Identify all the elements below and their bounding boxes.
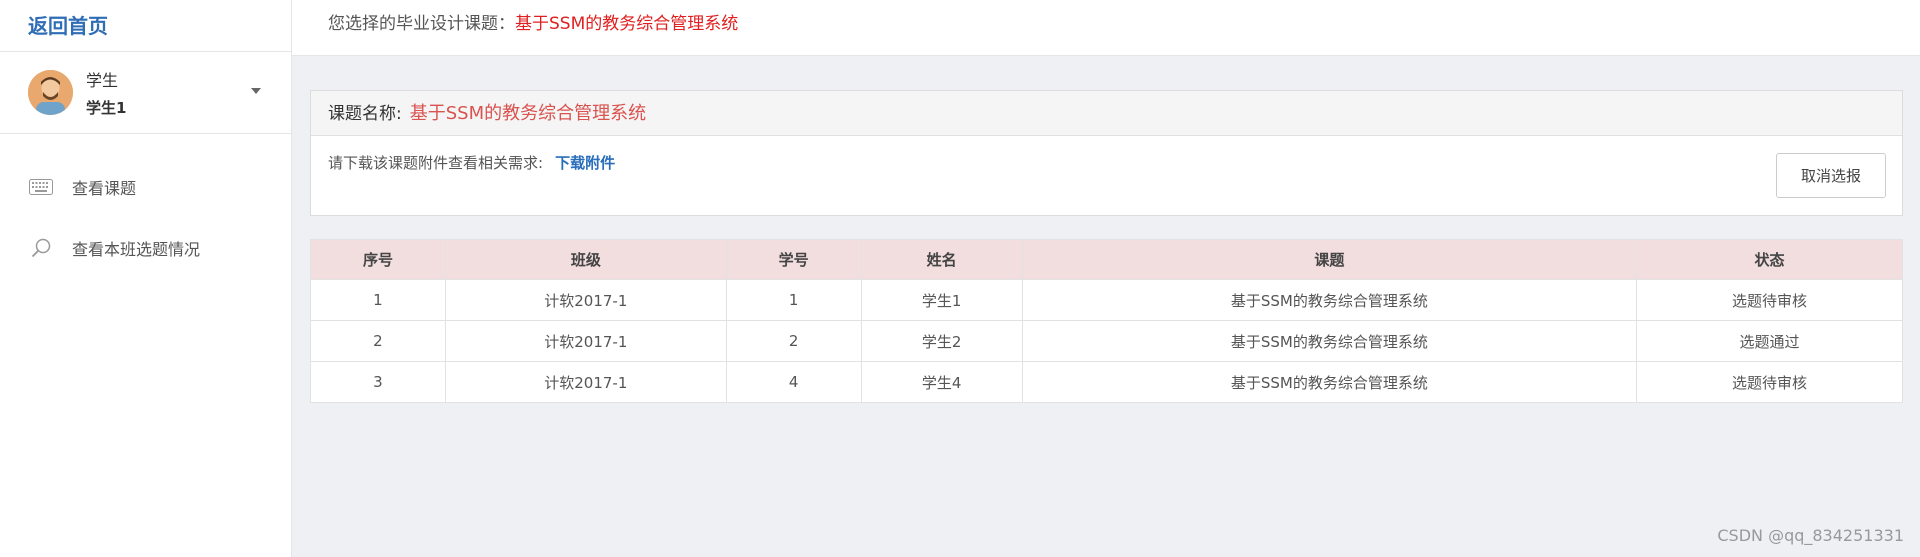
- user-name: 学生1: [86, 99, 127, 117]
- cell-student-id: 2: [725, 320, 862, 362]
- topic-name-label: 课题名称:: [328, 104, 402, 124]
- cell-class: 计软2017-1: [444, 361, 727, 403]
- table-row: 3 计软2017-1 4 学生4 基于SSM的教务综合管理系统 选题待审核: [310, 361, 1903, 403]
- cell-topic: 基于SSM的教务综合管理系统: [1021, 361, 1638, 403]
- sidebar-nav: 查看课题 查看本班选题情况: [0, 156, 291, 278]
- panel-header: 课题名称: 基于SSM的教务综合管理系统: [311, 91, 1902, 136]
- cell-name: 学生2: [860, 320, 1023, 362]
- selected-topic-title: 基于SSM的教务综合管理系统: [515, 14, 739, 34]
- cell-status: 选题通过: [1636, 320, 1903, 362]
- cell-status: 选题待审核: [1636, 361, 1903, 403]
- table-header-row: 序号 班级 学号 姓名 课题 状态: [310, 239, 1903, 280]
- topbar: 您选择的毕业设计课题：基于SSM的教务综合管理系统: [292, 0, 1920, 56]
- cell-student-id: 1: [725, 279, 862, 321]
- col-header-student-id: 学号: [725, 239, 862, 280]
- topic-name-value: 基于SSM的教务综合管理系统: [409, 103, 647, 124]
- cell-index: 2: [310, 320, 446, 362]
- user-menu[interactable]: 学生 学生1: [0, 52, 291, 134]
- cell-student-id: 4: [725, 361, 862, 403]
- chevron-down-icon[interactable]: [251, 88, 261, 94]
- cell-class: 计软2017-1: [444, 279, 727, 321]
- cell-index: 3: [310, 361, 446, 403]
- table-row: 2 计软2017-1 2 学生2 基于SSM的教务综合管理系统 选题通过: [310, 320, 1903, 362]
- selected-topic-prefix: 您选择的毕业设计课题：: [328, 14, 515, 34]
- col-header-topic: 课题: [1021, 239, 1638, 280]
- watermark: CSDN @qq_834251331: [1717, 526, 1904, 545]
- download-attachment-link[interactable]: 下载附件: [555, 154, 615, 172]
- cell-topic: 基于SSM的教务综合管理系统: [1021, 320, 1638, 362]
- cell-status: 选题待审核: [1636, 279, 1903, 321]
- topic-panel: 课题名称: 基于SSM的教务综合管理系统 请下载该课题附件查看相关需求: 下载附件 …: [310, 90, 1903, 216]
- keyboard-icon: [28, 177, 54, 197]
- class-selection-table: 序号 班级 学号 姓名 课题 状态 1 计软2017-1 1 学生1 基于SSM…: [310, 239, 1903, 403]
- col-header-index: 序号: [310, 239, 446, 280]
- home-link[interactable]: 返回首页: [0, 0, 291, 52]
- table-row: 1 计软2017-1 1 学生1 基于SSM的教务综合管理系统 选题待审核: [310, 279, 1903, 321]
- search-icon: [28, 238, 54, 258]
- nav-item-class-selection[interactable]: 查看本班选题情况: [0, 217, 291, 278]
- cell-class: 计软2017-1: [444, 320, 727, 362]
- col-header-status: 状态: [1636, 239, 1903, 280]
- cancel-selection-button[interactable]: 取消选报: [1776, 153, 1886, 198]
- avatar: [28, 70, 73, 115]
- cell-topic: 基于SSM的教务综合管理系统: [1021, 279, 1638, 321]
- user-role: 学生: [86, 71, 119, 90]
- download-hint: 请下载该课题附件查看相关需求:: [328, 154, 544, 172]
- panel-body: 请下载该课题附件查看相关需求: 下载附件 取消选报: [311, 136, 1902, 216]
- cell-name: 学生4: [860, 361, 1023, 403]
- sidebar: 返回首页 学生 学生1 查看课题 查看本班选题情况: [0, 0, 292, 557]
- cell-name: 学生1: [860, 279, 1023, 321]
- nav-item-label: 查看课题: [72, 178, 137, 198]
- cell-index: 1: [310, 279, 446, 321]
- col-header-class: 班级: [444, 239, 727, 280]
- nav-item-view-topics[interactable]: 查看课题: [0, 156, 291, 217]
- nav-item-label: 查看本班选题情况: [72, 239, 201, 259]
- col-header-name: 姓名: [860, 239, 1023, 280]
